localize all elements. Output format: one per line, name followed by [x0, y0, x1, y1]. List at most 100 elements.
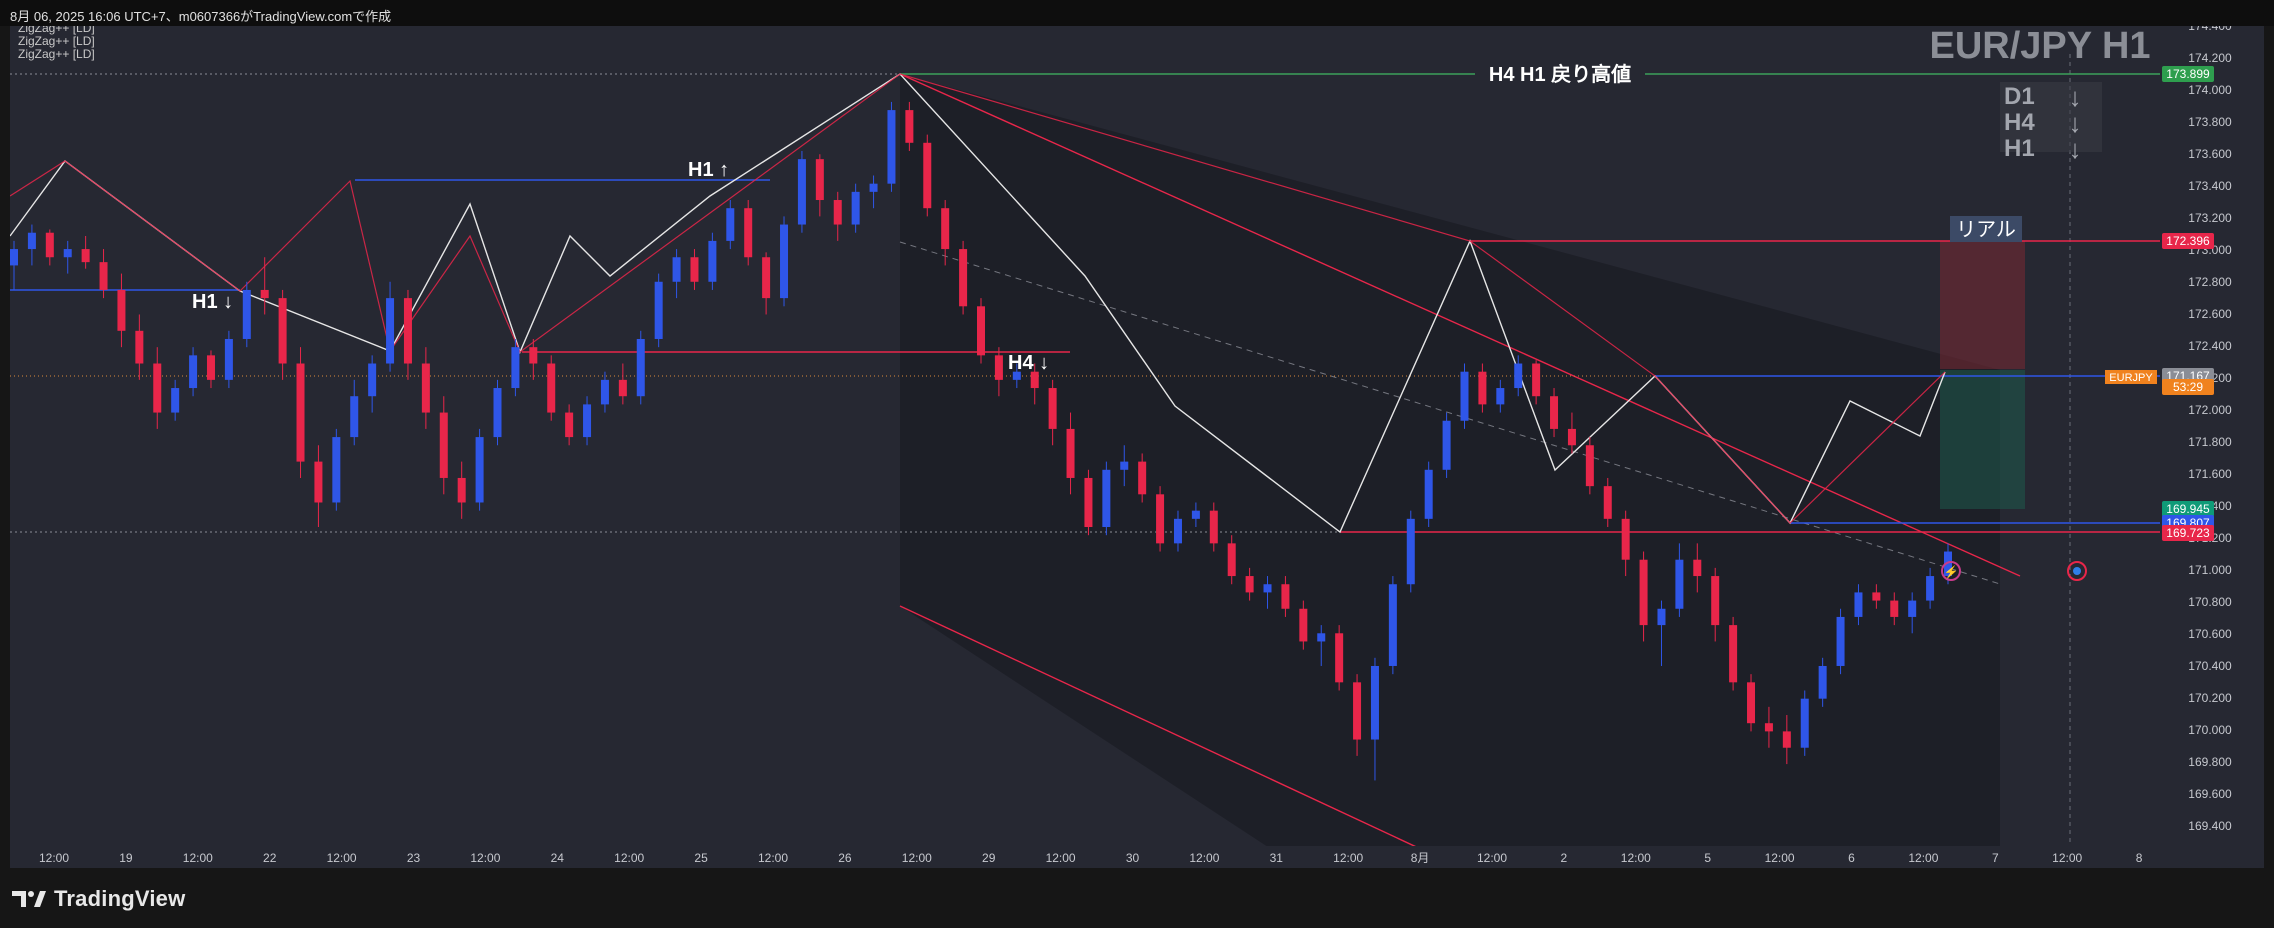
time-tick: 12:00 — [1477, 851, 1507, 865]
take-profit-zone — [1940, 370, 2025, 509]
candle-body — [1926, 576, 1935, 601]
time-tick: 8月 — [1411, 851, 1430, 865]
candle-body — [386, 298, 395, 364]
time-tick: 30 — [1126, 851, 1140, 865]
candle-body — [690, 257, 699, 282]
candle-body — [403, 298, 412, 364]
time-tick: 12:00 — [614, 851, 644, 865]
time-tick: 12:00 — [39, 851, 69, 865]
time-tick: 29 — [982, 851, 996, 865]
candle-body — [1191, 510, 1200, 519]
candle-body — [1066, 428, 1075, 478]
candle-body — [762, 257, 771, 299]
h4-down-label[interactable]: H4 ↓ — [1008, 352, 1049, 374]
price-badge-text: 53:29 — [2173, 380, 2203, 394]
time-tick: 26 — [838, 851, 852, 865]
price-tick: 173.800 — [2188, 115, 2232, 129]
brand-name: TradingView — [54, 886, 186, 911]
candle-body — [941, 208, 950, 250]
time-tick: 7 — [1992, 851, 1999, 865]
candle-body — [1048, 388, 1057, 429]
price-tick: 169.400 — [2188, 819, 2232, 833]
candle-body — [1890, 600, 1899, 617]
candle-body — [1335, 633, 1344, 683]
candle-body — [206, 355, 215, 380]
price-tick: 174.400 — [2188, 26, 2232, 33]
candle-body — [618, 379, 627, 397]
time-tick: 12:00 — [1333, 851, 1363, 865]
price-tick: 170.200 — [2188, 691, 2232, 705]
h1-down-label[interactable]: H1 ↓ — [192, 291, 233, 313]
candle-body — [260, 289, 269, 299]
candle-body — [1550, 396, 1559, 429]
symbol-watermark: EUR/JPY H1 — [1929, 26, 2150, 67]
candle-body — [171, 388, 180, 413]
candle-body — [368, 363, 377, 397]
candle-body — [780, 224, 789, 299]
candle-body — [654, 281, 663, 339]
economic-event-dot — [2073, 567, 2081, 575]
price-chart[interactable]: ZigZag++ [LD] ZigZag++ [LD] ZigZag++ [LD… — [10, 26, 2264, 868]
candle-body — [332, 437, 341, 503]
candle-body — [1120, 461, 1129, 470]
candle-body — [1030, 371, 1039, 389]
candle-body — [672, 257, 681, 282]
candle-body — [1370, 665, 1379, 740]
candle-body — [1747, 682, 1756, 724]
candle-body — [977, 306, 985, 356]
candle-body — [493, 388, 502, 438]
stop-loss-zone — [1940, 241, 2025, 369]
time-tick: 31 — [1270, 851, 1284, 865]
trend-tf-h1: H1 — [2004, 135, 2035, 162]
candle-body — [421, 363, 430, 413]
down-arrow-icon: ↓ — [2069, 134, 2082, 164]
time-tick: 25 — [694, 851, 708, 865]
candle-body — [278, 298, 287, 364]
candle-body — [1872, 592, 1881, 601]
footer — [0, 868, 2274, 928]
chart-caption-bar: 8月 06, 2025 16:06 UTC+7、m0607366がTrading… — [0, 0, 2274, 26]
candle-body — [1442, 420, 1451, 470]
candle-body — [1514, 363, 1523, 389]
candle-body — [457, 477, 466, 503]
candle-body — [99, 262, 108, 290]
candle-body — [1406, 518, 1415, 585]
candle-body — [851, 191, 860, 225]
chart-area[interactable]: ZigZag++ [LD] ZigZag++ [LD] ZigZag++ [LD… — [10, 26, 2264, 868]
candle-body — [1836, 616, 1845, 666]
candle-body — [1102, 469, 1111, 528]
candle-body — [959, 249, 968, 307]
tradingview-logo[interactable]: TradingView — [12, 886, 185, 912]
time-tick: 12:00 — [1046, 851, 1076, 865]
candle-body — [1138, 461, 1147, 495]
real-label[interactable]: リアル — [1956, 219, 2016, 241]
candle-body — [1496, 388, 1505, 405]
candle-body — [475, 437, 484, 503]
candle-body — [797, 159, 806, 225]
h1-up-label[interactable]: H1 ↑ — [688, 159, 729, 181]
symbol-badge-text: EURJPY — [2109, 372, 2153, 384]
trend-tf-h4: H4 — [2004, 109, 2035, 136]
indicator-label[interactable]: ZigZag++ [LD] — [18, 47, 95, 61]
resistance-label[interactable]: H4 H1 戻り高値 — [1489, 62, 1631, 86]
candle-body — [189, 355, 198, 389]
time-tick: 22 — [263, 851, 277, 865]
time-tick: 12:00 — [758, 851, 788, 865]
candle-body — [1585, 445, 1594, 487]
candle-body — [511, 347, 520, 389]
candle-body — [1478, 371, 1487, 405]
candle-body — [314, 461, 323, 503]
price-tick: 173.400 — [2188, 179, 2232, 193]
candle-body — [1532, 363, 1541, 397]
price-tick: 169.800 — [2188, 755, 2232, 769]
candle-body — [1227, 543, 1236, 577]
time-tick: 12:00 — [902, 851, 932, 865]
price-tick: 170.400 — [2188, 659, 2232, 673]
candle-body — [439, 412, 448, 478]
candle-body — [815, 159, 824, 201]
price-tick: 172.600 — [2188, 307, 2232, 321]
time-tick: 12:00 — [1189, 851, 1219, 865]
time-tick: 12:00 — [2052, 851, 2082, 865]
candle-body — [153, 363, 162, 413]
indicator-label[interactable]: ZigZag++ [LD] — [18, 34, 95, 48]
